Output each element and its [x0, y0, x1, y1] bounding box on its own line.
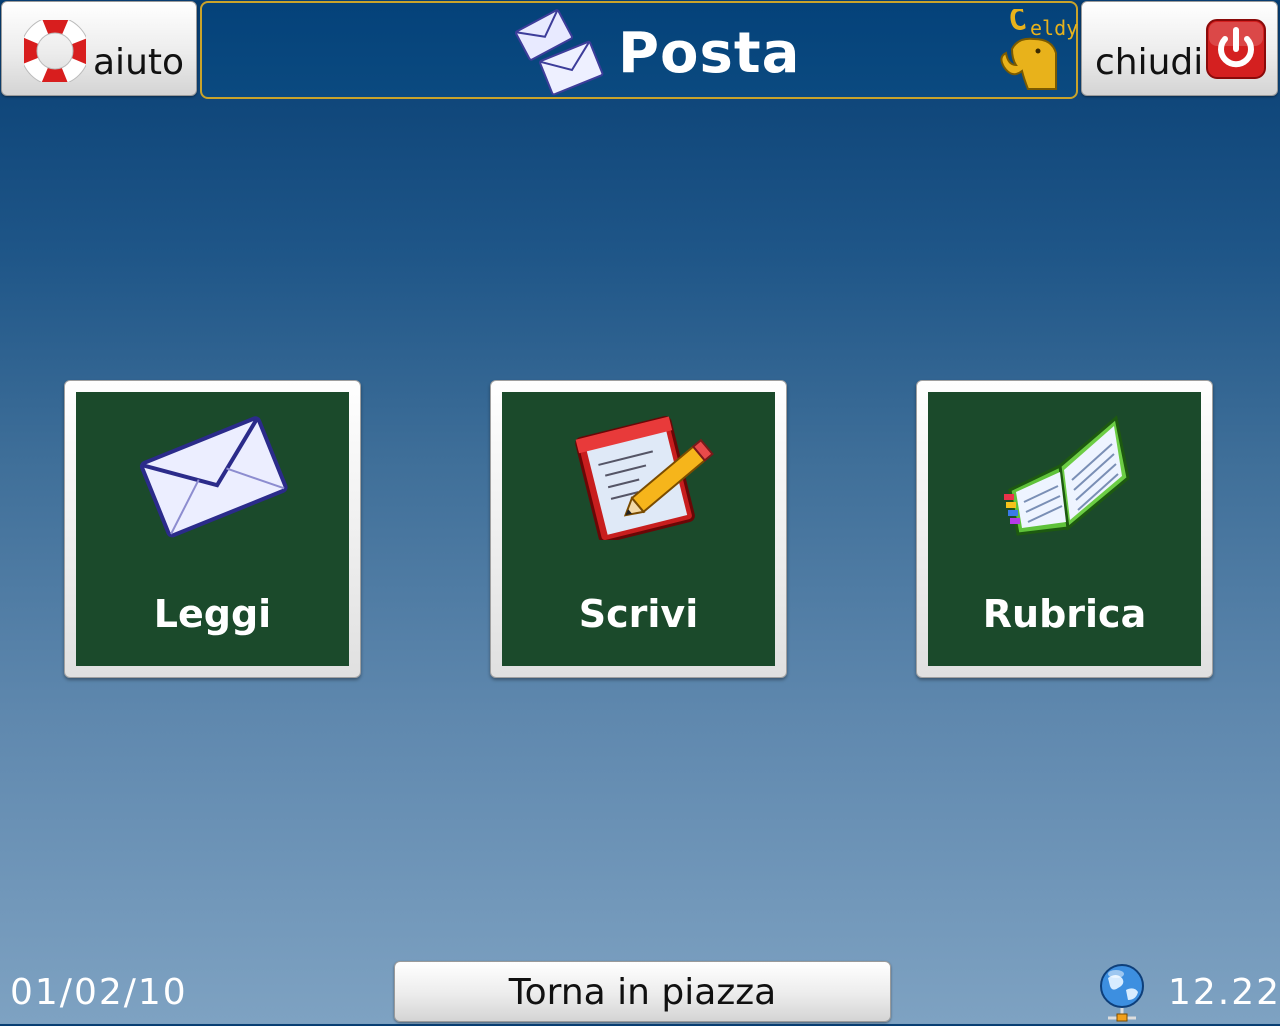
help-button[interactable]: aiuto	[1, 1, 197, 96]
power-icon	[1206, 19, 1266, 83]
title-bar: Posta C eldy	[200, 1, 1078, 99]
eldy-logo: C eldy	[994, 2, 1078, 99]
svg-text:C: C	[1006, 9, 1029, 39]
address-book-tile-label: Rubrica	[982, 592, 1147, 636]
date-display: 01/02/10	[10, 972, 188, 1013]
svg-text:eldy: eldy	[1030, 16, 1078, 40]
address-book-tile-panel: Rubrica	[928, 392, 1201, 666]
notepad-pencil-icon	[559, 410, 719, 544]
envelopes-icon	[514, 5, 606, 103]
write-tile-panel: Scrivi	[502, 392, 775, 666]
help-button-label: aiuto	[93, 42, 185, 83]
time-display: 12.22	[1168, 972, 1280, 1013]
envelope-icon	[138, 410, 288, 544]
write-tile-label: Scrivi	[578, 592, 699, 636]
address-book-tile[interactable]: Rubrica	[916, 380, 1213, 678]
lifebuoy-icon	[20, 16, 90, 86]
globe-network-icon	[1096, 962, 1148, 1026]
read-tile-panel: Leggi	[76, 392, 349, 666]
close-button-label: chiudi	[1095, 42, 1204, 83]
back-to-square-button[interactable]: Torna in piazza	[394, 961, 891, 1022]
write-tile[interactable]: Scrivi	[490, 380, 787, 678]
read-tile[interactable]: Leggi	[64, 380, 361, 678]
read-tile-label: Leggi	[153, 592, 272, 636]
page-title: Posta	[618, 21, 801, 86]
close-button[interactable]: chiudi	[1081, 1, 1278, 96]
address-book-icon	[990, 410, 1140, 544]
